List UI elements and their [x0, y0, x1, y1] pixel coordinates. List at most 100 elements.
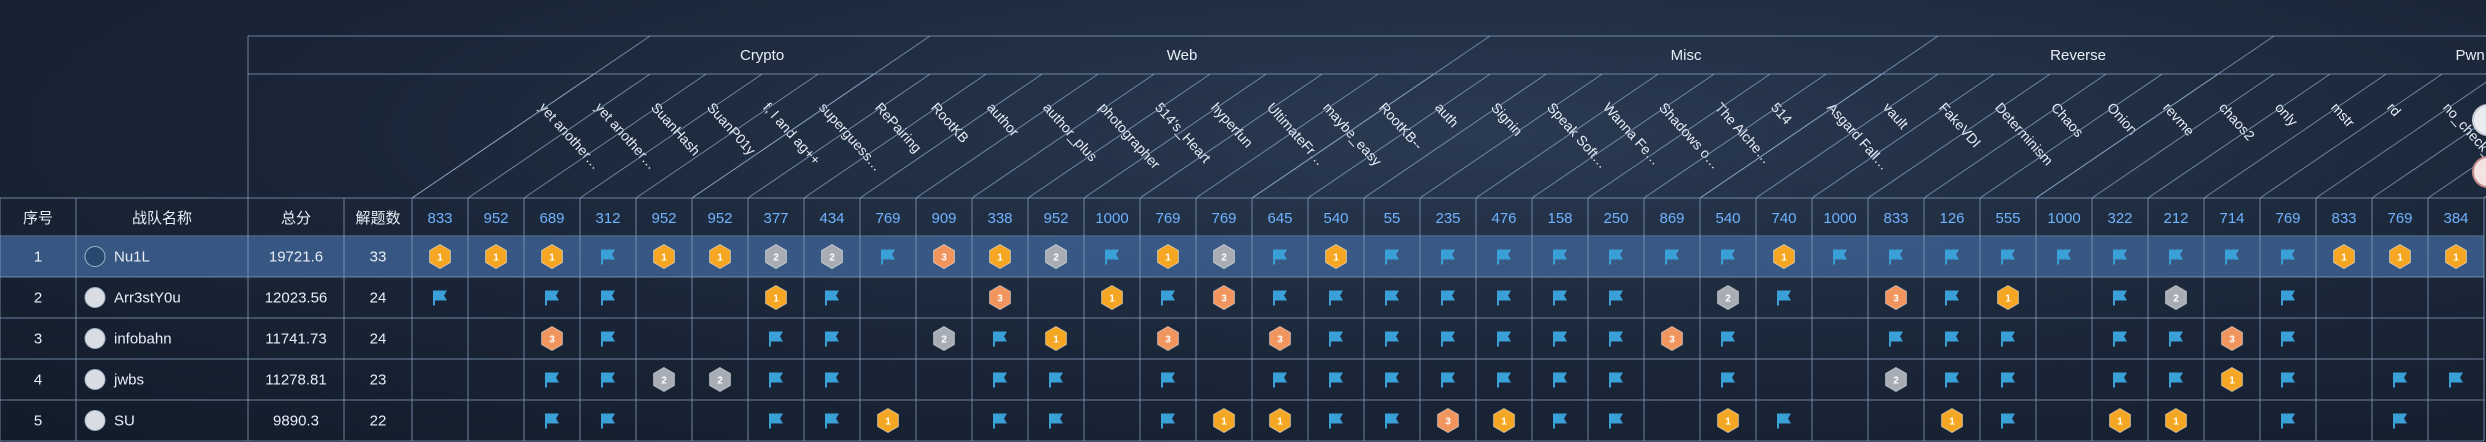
svg-text:1: 1 [1501, 417, 1507, 428]
solved-flag-icon [2393, 372, 2407, 388]
solved-flag-icon [1441, 372, 1455, 388]
challenge-name[interactable]: Determinism [1992, 99, 2056, 168]
second-blood-medal-icon: 2 [653, 366, 675, 393]
challenge-points: 1000 [1095, 210, 1128, 227]
solved-flag-icon [993, 413, 1007, 429]
challenge-points: 714 [2219, 210, 2244, 227]
svg-text:1: 1 [2229, 376, 2235, 387]
solved-flag-icon [1385, 290, 1399, 306]
svg-text:3: 3 [1445, 417, 1451, 428]
challenge-name[interactable]: author [984, 99, 1023, 139]
svg-text:3: 3 [1893, 294, 1899, 305]
svg-text:1: 1 [885, 417, 891, 428]
svg-text:2: 2 [773, 253, 779, 264]
challenge-name[interactable]: RootKB [928, 99, 972, 146]
solved-flag-icon [2113, 372, 2127, 388]
challenge-points: 1000 [1823, 210, 1856, 227]
svg-text:3: 3 [2229, 335, 2235, 346]
challenge-name[interactable]: RootKB-- [1376, 99, 1427, 153]
infobahn-avatar-icon [84, 328, 106, 349]
solved-flag-icon [1721, 372, 1735, 388]
solved-flag-icon [2281, 413, 2295, 429]
solved-flag-icon [769, 331, 783, 347]
table-row[interactable]: 3 infobahn 11741.73 24 3 2 1 3 3 3 3 [34, 325, 2295, 352]
table-row[interactable]: 1 Nu1L 19721.6 33 1 1 1 1 1 2 2 3 1 2 1 2 1 1 1 1 1 [0, 236, 2484, 277]
svg-text:2: 2 [661, 376, 667, 387]
solved-flag-icon [1721, 331, 1735, 347]
team-name[interactable]: jwbs [113, 372, 144, 389]
challenge-name[interactable]: 514's_Heart [1152, 99, 1214, 166]
challenge-points: 952 [483, 210, 508, 227]
third-blood-medal-icon: 3 [2221, 325, 2243, 352]
column-header-row: 序号 战队名称 总分 解题数 833 952 689 312 952 952 377 434 769 90… [23, 210, 2469, 227]
team-score: 19721.6 [269, 249, 323, 266]
challenge-name[interactable]: f, l and ag++ [760, 99, 824, 168]
solved-flag-icon [2281, 290, 2295, 306]
solved-flag-icon [1609, 372, 1623, 388]
su-shield-avatar-icon [84, 410, 106, 431]
solved-flag-icon [1609, 331, 1623, 347]
category-label: Pwn [2455, 47, 2484, 64]
challenge-name[interactable]: FakeVDI [1936, 99, 1984, 150]
table-row[interactable]: 5 SU 9890.3 22 1 1 1 3 1 1 1 1 1 [34, 407, 2407, 434]
challenge-name[interactable]: Signin [1488, 99, 1526, 139]
solved-flag-icon [1049, 413, 1063, 429]
challenge-name[interactable]: UltimateFr… [1264, 99, 1328, 168]
challenge-points: 384 [2443, 210, 2468, 227]
svg-text:1: 1 [1949, 417, 1955, 428]
challenge-name[interactable]: 514 [1768, 99, 1796, 127]
first-blood-medal-icon: 1 [877, 407, 899, 434]
solved-flag-icon [1161, 413, 1175, 429]
solved-flag-icon [2281, 331, 2295, 347]
team-name[interactable]: infobahn [114, 331, 172, 348]
challenge-points: 769 [875, 210, 900, 227]
row-rank: 2 [34, 290, 42, 307]
challenge-points: 212 [2163, 210, 2188, 227]
challenge-name[interactable]: maybe_easy [1320, 99, 1385, 169]
third-blood-medal-icon: 3 [1661, 325, 1683, 352]
team-score: 11278.81 [265, 372, 326, 389]
table-row[interactable]: 4 jwbs 11278.81 23 2 2 2 1 [34, 366, 2463, 393]
solved-flag-icon [1161, 290, 1175, 306]
challenge-points: 833 [1883, 210, 1908, 227]
challenge-points: 1000 [2047, 210, 2080, 227]
solved-flag-icon [1161, 372, 1175, 388]
challenge-points: 540 [1323, 210, 1348, 227]
challenge-points: 555 [1995, 210, 2020, 227]
sword-avatar-icon [84, 246, 106, 267]
challenge-name[interactable]: vault [1880, 99, 1912, 132]
challenge-name[interactable]: hyperfun [1208, 99, 1256, 150]
column-header-solves: 解题数 [355, 210, 400, 227]
challenge-name[interactable]: The Alche… [1712, 99, 1775, 166]
challenge-name[interactable]: Chaos [2048, 99, 2087, 140]
solved-flag-icon [825, 413, 839, 429]
solved-flag-icon [433, 290, 447, 306]
svg-text:2: 2 [1725, 294, 1731, 305]
solved-flag-icon [545, 290, 559, 306]
svg-text:1: 1 [549, 253, 555, 264]
challenge-name[interactable]: Onion [2104, 99, 2141, 137]
solved-flag-icon [1945, 372, 1959, 388]
challenge-name[interactable]: mstr [2328, 99, 2358, 130]
solved-flag-icon [1329, 413, 1343, 429]
table-row[interactable]: 2 Arr3stY0u 12023.56 24 1 3 1 3 2 3 1 2 [34, 284, 2295, 311]
svg-text:1: 1 [717, 253, 723, 264]
challenge-name[interactable]: revme [2160, 99, 2198, 139]
challenge-points: 434 [819, 210, 844, 227]
second-blood-medal-icon: 2 [1885, 366, 1907, 393]
category-label: Misc [1671, 47, 1702, 64]
challenge-points: 55 [1384, 210, 1401, 227]
first-blood-medal-icon: 1 [1269, 407, 1291, 434]
solved-flag-icon [1273, 290, 1287, 306]
challenge-header: Crypto Web Misc Reverse Pwnyet another…yet a… [536, 47, 2486, 174]
svg-text:1: 1 [2341, 253, 2347, 264]
solved-flag-icon [2001, 331, 2015, 347]
challenge-points: 952 [651, 210, 676, 227]
team-name[interactable]: Nu1L [114, 249, 150, 266]
team-name[interactable]: Arr3stY0u [114, 290, 181, 307]
solved-flag-icon [545, 372, 559, 388]
solved-flag-icon [1889, 331, 1903, 347]
solved-flag-icon [1945, 331, 1959, 347]
team-name[interactable]: SU [114, 413, 135, 430]
svg-text:1: 1 [773, 294, 779, 305]
